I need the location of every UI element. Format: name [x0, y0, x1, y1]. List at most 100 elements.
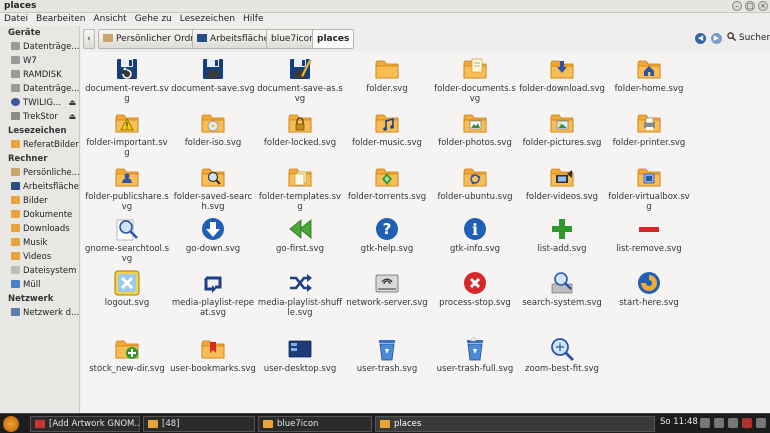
sidebar-item[interactable]: Datenträge... — [0, 82, 79, 96]
sidebar-item[interactable]: ReferatBilder — [0, 138, 79, 152]
sidebar-header: Rechner — [8, 154, 48, 164]
menu-edit[interactable]: Bearbeiten — [32, 13, 89, 25]
start-menu-button[interactable] — [3, 416, 19, 432]
file-item[interactable]: folder-important.svg — [84, 108, 170, 162]
file-item[interactable]: folder-templates.svg — [257, 162, 343, 216]
file-item[interactable]: media-playlist-shuffle.svg — [257, 268, 343, 322]
breadcrumb-places[interactable]: places — [312, 29, 355, 49]
sidebar-item[interactable]: Dateisystem — [0, 264, 79, 278]
file-item[interactable]: user-desktop.svg — [257, 334, 343, 388]
power-tray-icon[interactable] — [742, 418, 752, 428]
file-item[interactable]: folder-saved-search.svg — [170, 162, 256, 216]
file-item[interactable]: folder-iso.svg — [170, 108, 256, 162]
menu-file[interactable]: Datei — [0, 13, 32, 25]
chat-tray-icon[interactable] — [728, 418, 738, 428]
zoom-best-fit-icon — [551, 338, 574, 361]
file-item[interactable]: process-stop.svg — [432, 268, 518, 322]
repeat-icon — [204, 276, 222, 293]
file-item[interactable]: search-system.svg — [519, 268, 605, 322]
sidebar-item[interactable]: Downloads — [0, 222, 79, 236]
breadcrumb-desktop[interactable]: Arbeitsfläche — [192, 29, 275, 49]
folder-icon — [375, 60, 399, 79]
sidebar-item[interactable]: Datenträge... — [0, 40, 79, 54]
browser-icon — [35, 420, 45, 428]
file-item[interactable]: gnome-searchtool.svg — [84, 214, 170, 268]
file-name: process-stop.svg — [439, 298, 511, 308]
sidebar-item[interactable]: TWILIG... ⏏ — [0, 96, 79, 110]
sidebar-item[interactable]: Musik — [0, 236, 79, 250]
file-item[interactable]: i gtk-info.svg — [432, 214, 518, 268]
user-tray-icon[interactable] — [756, 418, 766, 428]
minimize-button[interactable]: – — [732, 1, 742, 11]
menu-go[interactable]: Gehe zu — [131, 13, 176, 25]
sidebar-item[interactable]: Dokumente — [0, 208, 79, 222]
file-item[interactable]: user-trash-full.svg — [432, 334, 518, 388]
file-item[interactable]: folder-virtualbox.svg — [606, 162, 692, 216]
file-item[interactable]: list-add.svg — [519, 214, 605, 268]
folder-locked-icon — [288, 114, 312, 133]
file-item[interactable]: folder-documents.svg — [432, 54, 518, 108]
sidebar-item[interactable]: Müll — [0, 278, 79, 292]
file-name: folder-documents.svg — [434, 84, 516, 104]
file-item[interactable]: document-save.svg — [170, 54, 256, 108]
sidebar-item[interactable]: Videos — [0, 250, 79, 264]
folder-important-icon — [115, 114, 139, 133]
eject-icon[interactable]: ⏏ — [68, 110, 76, 124]
file-item[interactable]: folder-publicshare.svg — [84, 162, 170, 216]
file-item[interactable]: folder-music.svg — [344, 108, 430, 162]
file-item[interactable]: logout.svg — [84, 268, 170, 322]
file-item[interactable]: zoom-best-fit.svg — [519, 334, 605, 388]
sidebar-item[interactable]: Persönliche... — [0, 166, 79, 180]
task-add-artwork[interactable]: [Add Artwork GNOM... — [30, 416, 140, 432]
menu-bookmarks[interactable]: Lesezeichen — [176, 13, 239, 25]
file-item[interactable]: folder-locked.svg — [257, 108, 343, 162]
volume-tray-icon[interactable] — [714, 418, 724, 428]
file-item[interactable]: folder-videos.svg — [519, 162, 605, 216]
file-item[interactable]: folder-home.svg — [606, 54, 692, 108]
back-icon[interactable]: ◀ — [695, 33, 706, 44]
file-item[interactable]: folder-printer.svg — [606, 108, 692, 162]
file-item[interactable]: stock_new-dir.svg — [84, 334, 170, 388]
file-item[interactable]: media-playlist-repeat.svg — [170, 268, 256, 322]
file-item[interactable]: document-revert.svg — [84, 54, 170, 108]
file-name: folder-ubuntu.svg — [437, 192, 513, 202]
floppy-save-as-icon — [290, 59, 312, 79]
sidebar-item[interactable]: RAMDISK — [0, 68, 79, 82]
sidebar-item[interactable]: TrekStor ⏏ — [0, 110, 79, 124]
task-blue7icon[interactable]: blue7icon — [258, 416, 372, 432]
file-item[interactable]: user-bookmarks.svg — [170, 334, 256, 388]
file-item[interactable]: folder-photos.svg — [432, 108, 518, 162]
close-button[interactable]: × — [758, 1, 768, 11]
menu-view[interactable]: Ansicht — [89, 13, 130, 25]
sidebar-item[interactable]: Bilder — [0, 194, 79, 208]
network-tray-icon[interactable] — [700, 418, 710, 428]
desktop-icon — [11, 182, 20, 190]
file-item[interactable]: go-first.svg — [257, 214, 343, 268]
file-item[interactable]: folder-pictures.svg — [519, 108, 605, 162]
file-item[interactable]: start-here.svg — [606, 268, 692, 322]
file-name: list-add.svg — [537, 244, 587, 254]
file-item[interactable]: user-trash.svg — [344, 334, 430, 388]
sidebar-item[interactable]: W7 — [0, 54, 79, 68]
desktop-icon — [197, 34, 207, 42]
sidebar-item[interactable]: Arbeitsfläche — [0, 180, 79, 194]
breadcrumb-scroll-left-button[interactable]: ‹ — [83, 29, 95, 49]
maximize-button[interactable]: □ — [745, 1, 755, 11]
drive-icon — [11, 42, 20, 50]
menu-help[interactable]: Hilfe — [239, 13, 267, 25]
file-item[interactable]: go-down.svg — [170, 214, 256, 268]
file-item[interactable]: folder-ubuntu.svg — [432, 162, 518, 216]
file-item[interactable]: network-server.svg — [344, 268, 430, 322]
forward-icon[interactable]: ▶ — [711, 33, 722, 44]
eject-icon[interactable]: ⏏ — [68, 96, 76, 110]
file-item[interactable]: folder-download.svg — [519, 54, 605, 108]
search-button[interactable]: Suchen — [727, 32, 770, 43]
file-item[interactable]: ? gtk-help.svg — [344, 214, 430, 268]
file-item[interactable]: list-remove.svg — [606, 214, 692, 268]
task-48[interactable]: [48] — [143, 416, 255, 432]
file-item[interactable]: folder.svg — [344, 54, 430, 108]
task-places[interactable]: places — [375, 416, 655, 432]
file-item[interactable]: folder-torrents.svg — [344, 162, 430, 216]
file-item[interactable]: document-save-as.svg — [257, 54, 343, 108]
sidebar-item[interactable]: Netzwerk d... — [0, 306, 79, 320]
